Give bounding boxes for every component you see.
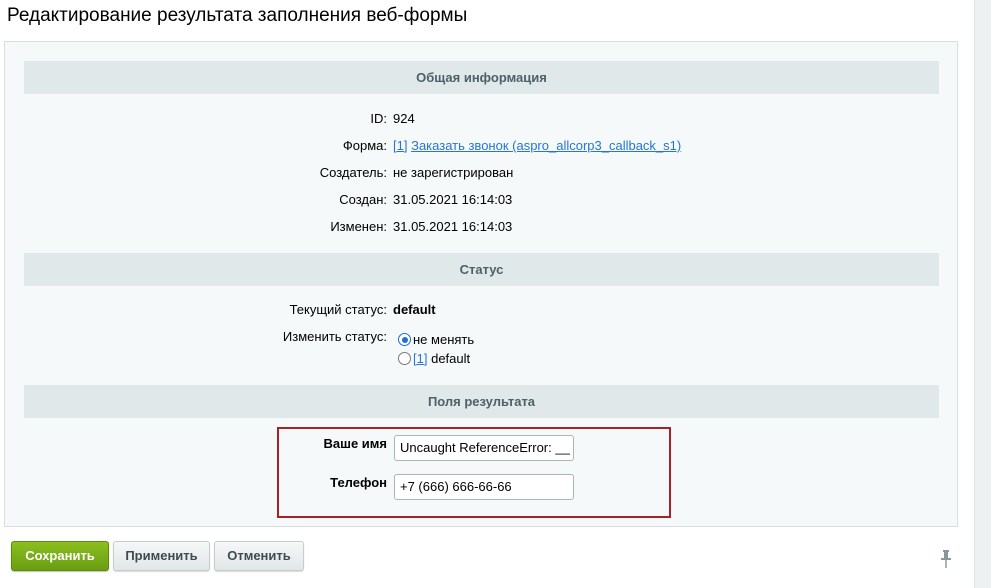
phone-input[interactable]: +7 (666) 666-66-66	[394, 474, 574, 500]
form-id-link[interactable]: [1]	[393, 138, 407, 153]
section-header-status: Статус	[24, 253, 939, 286]
form-label: Форма:	[342, 138, 387, 153]
form-value: [1] Заказать звонок (aspro_allcorp3_call…	[393, 137, 681, 155]
edit-form-panel: Общая информация ID: 924 Форма: [1] Зака…	[4, 41, 958, 527]
radio-no-change[interactable]	[398, 333, 411, 346]
page-title: Редактирование результата заполнения веб…	[7, 5, 468, 26]
pin-icon[interactable]	[940, 550, 952, 568]
row-modified: Изменен: 31.05.2021 16:14:03	[5, 218, 959, 236]
current-status-value: default	[393, 302, 436, 317]
form-name-link[interactable]: Заказать звонок (aspro_allcorp3_callback…	[411, 138, 681, 153]
modified-value: 31.05.2021 16:14:03	[393, 219, 513, 234]
right-scroll-strip	[974, 0, 991, 588]
radio-default[interactable]	[398, 352, 411, 365]
section-header-general: Общая информация	[24, 61, 939, 94]
id-value: 924	[393, 111, 415, 126]
status-option-default[interactable]: [1] default	[5, 350, 959, 368]
created-label: Создан:	[339, 192, 387, 207]
status-default-id-link[interactable]: [1]	[413, 351, 427, 366]
created-value: 31.05.2021 16:14:03	[393, 192, 513, 207]
modified-label: Изменен:	[330, 219, 387, 234]
status-option-no-change[interactable]: не менять	[5, 331, 959, 349]
creator-label: Создатель:	[319, 165, 387, 180]
row-created: Создан: 31.05.2021 16:14:03	[5, 191, 959, 209]
phone-field-label: Телефон	[330, 475, 387, 490]
name-field-label: Ваше имя	[323, 436, 388, 451]
creator-value: не зарегистрирован	[393, 165, 514, 180]
apply-button[interactable]: Применить	[113, 541, 210, 571]
save-button[interactable]: Сохранить	[11, 541, 109, 571]
row-current-status: Текущий статус: default	[5, 301, 959, 319]
id-label: ID:	[370, 111, 387, 126]
radio-default-label: default	[431, 351, 471, 366]
current-status-label: Текущий статус:	[289, 302, 387, 317]
cancel-button[interactable]: Отменить	[214, 541, 304, 571]
row-id: ID: 924	[5, 110, 959, 128]
row-form: Форма: [1] Заказать звонок (aspro_allcor…	[5, 137, 959, 155]
radio-no-change-label: не менять	[413, 332, 475, 347]
name-input[interactable]: Uncaught ReferenceError: __	[394, 435, 574, 461]
row-creator: Создатель: не зарегистрирован	[5, 164, 959, 182]
section-header-fields: Поля результата	[24, 385, 939, 418]
